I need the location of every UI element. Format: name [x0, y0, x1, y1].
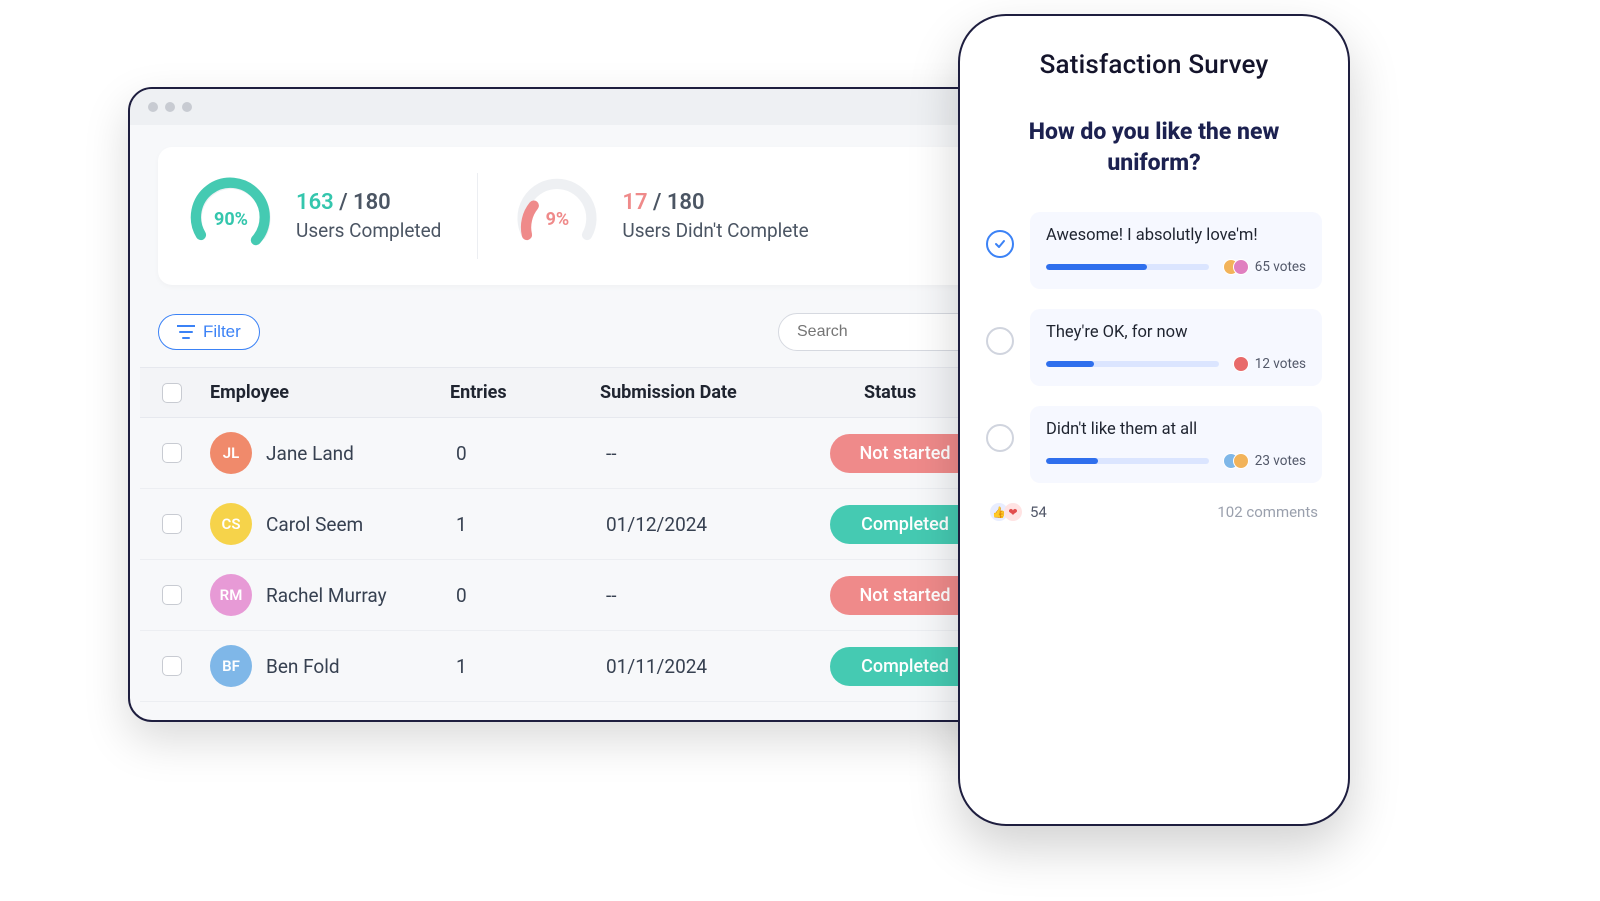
stat-not-completed-caption: Users Didn't Complete [622, 219, 808, 242]
employee-name: Ben Fold [266, 655, 340, 678]
survey-question: How do you like the new uniform? [986, 116, 1322, 178]
option-bar [1046, 458, 1209, 464]
stats-card: 90% 163 / 180 Users Completed 9% [158, 147, 1028, 285]
option-label: Didn't like them at all [1046, 420, 1306, 439]
window-dot [165, 102, 175, 112]
row-entries: 1 [450, 655, 600, 678]
voter-avatars [1223, 453, 1249, 469]
filter-icon [177, 325, 195, 339]
row-checkbox[interactable] [162, 443, 182, 463]
gauge-not-completed-label: 9% [514, 173, 600, 259]
survey-option[interactable]: Didn't like them at all 23 votes [986, 406, 1322, 483]
row-entries: 0 [450, 442, 600, 465]
filter-button[interactable]: Filter [158, 314, 260, 350]
avatar: CS [210, 503, 252, 545]
option-card: Didn't like them at all 23 votes [1030, 406, 1322, 483]
stat-completed-count: 163 [296, 190, 334, 215]
survey-phone: Satisfaction Survey How do you like the … [958, 14, 1350, 826]
gauge-not-completed: 9% [514, 173, 600, 259]
stat-completed: 90% 163 / 180 Users Completed [188, 173, 441, 259]
option-votes: 12 votes [1233, 356, 1306, 372]
row-submission-date: 01/11/2024 [600, 655, 830, 678]
survey-option[interactable]: They're OK, for now 12 votes [986, 309, 1322, 386]
stat-completed-caption: Users Completed [296, 219, 441, 242]
option-radio[interactable] [986, 230, 1014, 258]
row-checkbox[interactable] [162, 656, 182, 676]
stat-completed-numbers: 163 / 180 [296, 190, 441, 215]
th-employee: Employee [210, 382, 450, 403]
reaction-icons: 👍 ❤ [990, 503, 1022, 521]
avatar: JL [210, 432, 252, 474]
avatar: RM [210, 574, 252, 616]
gauge-completed-label: 90% [188, 173, 274, 259]
filter-button-label: Filter [203, 322, 241, 342]
window-titlebar [130, 89, 1056, 125]
stat-not-completed-total: 180 [667, 190, 705, 215]
stat-completed-total: 180 [353, 190, 391, 215]
option-radio[interactable] [986, 327, 1014, 355]
survey-option[interactable]: Awesome! I absolutly love'm! 65 votes [986, 212, 1322, 289]
reactions-count: 54 [1030, 503, 1047, 521]
survey-reactions: 👍 ❤ 54 102 comments [986, 503, 1322, 521]
table-header: Employee Entries Submission Date Status [140, 367, 1046, 418]
employee-name: Rachel Murray [266, 584, 387, 607]
employee-name: Jane Land [266, 442, 354, 465]
row-submission-date: -- [600, 442, 830, 465]
window-dot [182, 102, 192, 112]
window-dot [148, 102, 158, 112]
gauge-completed: 90% [188, 173, 274, 259]
comments-count[interactable]: 102 comments [1217, 503, 1318, 521]
option-bar [1046, 264, 1209, 270]
row-submission-date: -- [600, 584, 830, 607]
employee-table: Employee Entries Submission Date Status … [140, 367, 1046, 702]
option-bar [1046, 361, 1219, 367]
option-label: They're OK, for now [1046, 323, 1306, 342]
voter-avatars [1223, 259, 1249, 275]
controls-row: Filter [158, 313, 1028, 351]
row-entries: 1 [450, 513, 600, 536]
row-checkbox[interactable] [162, 514, 182, 534]
row-entries: 0 [450, 584, 600, 607]
select-all-checkbox[interactable] [162, 383, 182, 403]
employee-name: Carol Seem [266, 513, 363, 536]
table-row[interactable]: BF Ben Fold 1 01/11/2024 Completed [140, 631, 1046, 702]
option-label: Awesome! I absolutly love'm! [1046, 226, 1306, 245]
heart-icon: ❤ [1004, 503, 1022, 521]
th-entries: Entries [450, 382, 600, 403]
survey-title: Satisfaction Survey [986, 50, 1322, 80]
voter-avatars [1233, 356, 1249, 372]
option-card: Awesome! I absolutly love'm! 65 votes [1030, 212, 1322, 289]
table-row[interactable]: CS Carol Seem 1 01/12/2024 Completed [140, 489, 1046, 560]
table-row[interactable]: JL Jane Land 0 -- Not started [140, 418, 1046, 489]
stat-not-completed-numbers: 17 / 180 [622, 190, 808, 215]
option-card: They're OK, for now 12 votes [1030, 309, 1322, 386]
row-checkbox[interactable] [162, 585, 182, 605]
stat-not-completed-count: 17 [622, 190, 647, 215]
option-votes: 23 votes [1223, 453, 1306, 469]
option-radio[interactable] [986, 424, 1014, 452]
dashboard-window: 90% 163 / 180 Users Completed 9% [128, 87, 1058, 722]
th-submission-date: Submission Date [600, 382, 830, 403]
row-submission-date: 01/12/2024 [600, 513, 830, 536]
avatar: BF [210, 645, 252, 687]
stat-not-completed: 9% 17 / 180 Users Didn't Complete [477, 173, 808, 259]
table-row[interactable]: RM Rachel Murray 0 -- Not started [140, 560, 1046, 631]
option-votes: 65 votes [1223, 259, 1306, 275]
